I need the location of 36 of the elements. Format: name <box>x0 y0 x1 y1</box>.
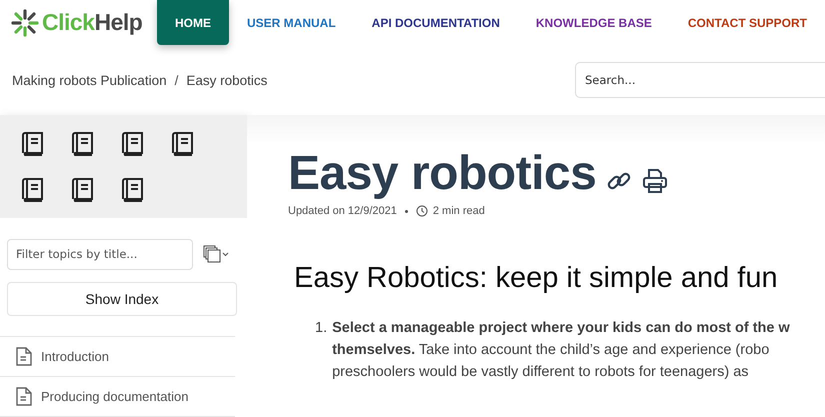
document-icon <box>16 387 32 406</box>
breadcrumb-separator: / <box>174 72 178 88</box>
nav-tab[interactable]: USER MANUAL <box>228 0 354 45</box>
book-icon[interactable] <box>70 177 96 204</box>
list-text-line: preschoolers would be vastly different to robots for teenagers) as <box>332 363 750 382</box>
list-number: 1. <box>315 319 328 338</box>
layers-dropdown-icon[interactable] <box>203 245 231 264</box>
search-field[interactable]: Search... <box>575 62 825 98</box>
section-heading: Easy Robotics: keep it simple and fun <box>294 262 779 295</box>
nav-tab[interactable]: HOME <box>156 0 229 45</box>
topic-item[interactable]: Producing documentation <box>0 377 235 417</box>
book-icon[interactable] <box>70 131 96 157</box>
filter-field[interactable]: Filter topics by title... <box>7 238 193 270</box>
book-icon[interactable] <box>120 177 146 204</box>
list-text-line: Select a manageable project where your kids can do most of the w <box>332 319 790 338</box>
breadcrumb-link[interactable]: Easy robotics <box>186 72 268 88</box>
book-icon[interactable] <box>20 131 46 157</box>
nav-tab[interactable]: API DOCUMENTATION <box>354 0 518 45</box>
updated-date: Updated on 12/9/2021 <box>288 205 397 217</box>
document-icon <box>16 347 32 366</box>
list-text-line: themselves. Take into account the child’s age and experience (robo <box>332 341 770 360</box>
print-icon[interactable] <box>642 168 668 194</box>
separator-dot <box>404 210 408 212</box>
book-icon[interactable] <box>120 131 146 157</box>
book-icon[interactable] <box>20 177 46 204</box>
logo[interactable]: ClickHelp <box>10 8 157 38</box>
logo-star-icon <box>10 8 40 38</box>
read-time: 2 min read <box>432 205 485 217</box>
topic-item[interactable]: Introduction <box>0 337 235 377</box>
article-title: Easy robotics <box>288 147 596 201</box>
nav-tab[interactable]: CONTACT SUPPORT <box>670 0 825 45</box>
breadcrumb-link[interactable]: Making robots Publication <box>12 72 167 88</box>
clock-icon <box>416 205 428 217</box>
nav-tab[interactable]: KNOWLEDGE BASE <box>518 0 670 45</box>
show-index-button[interactable]: Show Index <box>7 282 237 316</box>
book-icon[interactable] <box>170 131 196 157</box>
